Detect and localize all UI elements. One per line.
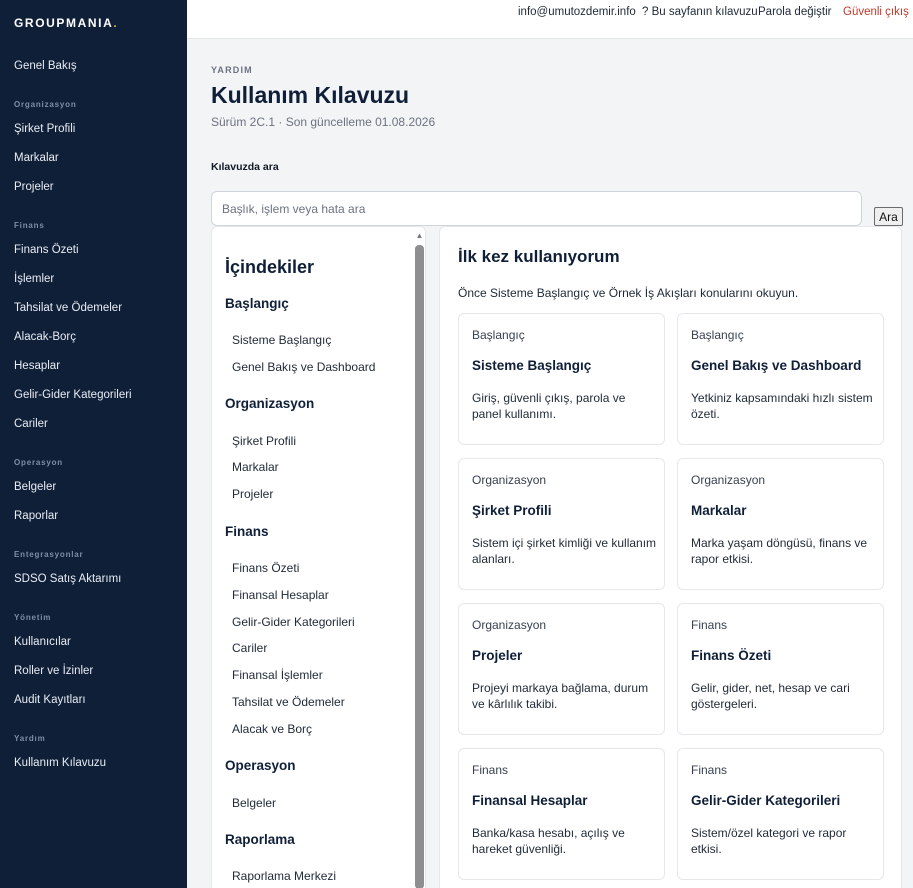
toc-scrollbar[interactable]: ▲ [415,231,424,888]
card-category: Finans [691,618,728,632]
toc-group-title: Finans [225,524,269,539]
topic-card[interactable]: Finans Finansal Hesaplar Banka/kasa hesa… [458,748,665,880]
scroll-up-arrow-icon[interactable]: ▲ [415,231,424,240]
page-eyebrow: YARDIM [211,65,253,75]
sidebar-item-audit-kayitlari[interactable]: Audit Kayıtları [14,694,86,706]
card-description: Marka yaşam döngüsü, finans ve rapor etk… [691,536,868,566]
toc-link[interactable]: Tahsilat ve Ödemeler [232,695,345,709]
toc-link[interactable]: Finansal İşlemler [232,668,323,682]
toc-link[interactable]: Cariler [232,641,267,655]
toc-link[interactable]: Finans Özeti [232,561,299,575]
toc-link[interactable]: Alacak ve Borç [232,722,312,736]
topbar: info@umutozdemir.info ? Bu sayfanın kıla… [187,0,913,39]
sidebar-section-yonetim: Yönetim [14,613,52,622]
card-description: Projeyi markaya bağlama, durum ve kârlıl… [472,681,649,711]
toc-link[interactable]: Raporlama Merkezi [232,869,336,883]
toc-panel: İçindekiler Başlangıç Sisteme Başlangıç … [211,226,426,888]
toc-link[interactable]: Şirket Profili [232,434,296,448]
card-description: Giriş, güvenli çıkış, parola ve panel ku… [472,391,626,421]
brand-logo[interactable]: GROUPMANIA. [14,16,118,30]
search-input[interactable] [211,191,862,226]
card-description: Sistem içi şirket kimliği ve kullanım al… [472,536,657,566]
toc-title: İçindekiler [225,257,315,277]
change-password-link[interactable]: Parola değiştir [758,6,832,18]
sidebar-item-belgeler[interactable]: Belgeler [14,481,56,493]
page-title: Kullanım Kılavuzu [211,82,410,108]
card-description: Sistem/özel kategori ve rapor etkisi. [691,826,847,856]
toc-group-title: Raporlama [225,832,295,847]
card-description: Gelir, gider, net, hesap ve cari gösterg… [691,681,850,711]
sidebar: GROUPMANIA. Genel Bakış Organizasyon Şir… [0,0,187,888]
topic-card[interactable]: Başlangıç Genel Bakış ve Dashboard Yetki… [677,313,884,445]
toc-group-title: Organizasyon [225,396,315,411]
sidebar-item-finans-ozeti[interactable]: Finans Özeti [14,244,79,256]
page-guide-link[interactable]: ? Bu sayfanın kılavuzu [642,6,758,18]
sidebar-item-markalar[interactable]: Markalar [14,152,59,164]
logout-link[interactable]: Güvenli çıkış [843,6,909,18]
toc-link[interactable]: Markalar [232,460,279,474]
sidebar-item-sdso-satis-aktarimi[interactable]: SDSO Satış Aktarımı [14,573,121,585]
card-description: Yetkiniz kapsamındaki hızlı sistem özeti… [691,391,873,421]
sidebar-item-islemler[interactable]: İşlemler [14,273,54,285]
sidebar-item-hesaplar[interactable]: Hesaplar [14,360,60,372]
sidebar-item-sirket-profili[interactable]: Şirket Profili [14,123,75,135]
card-title: Markalar [691,503,747,518]
section-title: İlk kez kullanıyorum [458,247,620,266]
search-button[interactable]: Ara [874,207,903,226]
sidebar-item-raporlar[interactable]: Raporlar [14,510,58,522]
card-title: Finans Özeti [691,648,772,663]
toc-link[interactable]: Projeler [232,487,273,501]
topic-card[interactable]: Organizasyon Projeler Projeyi markaya ba… [458,603,665,735]
toc-group-title: Operasyon [225,758,296,773]
sidebar-item-gelir-gider-kategorileri[interactable]: Gelir-Gider Kategorileri [14,389,132,401]
topic-card[interactable]: Organizasyon Markalar Marka yaşam döngüs… [677,458,884,590]
sidebar-section-entegrasyonlar: Entegrasyonlar [14,550,84,559]
sidebar-section-operasyon: Operasyon [14,458,63,467]
scroll-thumb[interactable] [415,245,424,888]
page-subtitle: Sürüm 2C.1 · Son güncelleme 01.08.2026 [211,115,436,129]
card-title: Genel Bakış ve Dashboard [691,358,862,373]
sidebar-section-organizasyon: Organizasyon [14,100,77,109]
topic-card[interactable]: Organizasyon Şirket Profili Sistem içi ş… [458,458,665,590]
topic-card[interactable]: Başlangıç Sisteme Başlangıç Giriş, güven… [458,313,665,445]
toc-link[interactable]: Belgeler [232,796,276,810]
card-title: Sisteme Başlangıç [472,358,592,373]
card-title: Finansal Hesaplar [472,793,588,808]
card-title: Şirket Profili [472,503,552,518]
toc-link[interactable]: Genel Bakış ve Dashboard [232,360,375,374]
card-category: Organizasyon [472,473,547,487]
toc-link[interactable]: Finansal Hesaplar [232,588,329,602]
toc-link[interactable]: Gelir-Gider Kategorileri [232,615,355,629]
card-title: Projeler [472,648,523,663]
sidebar-item-roller-izinler[interactable]: Roller ve İzinler [14,665,93,677]
sidebar-item-kullanicilar[interactable]: Kullanıcılar [14,636,71,648]
user-email: info@umutozdemir.info [518,6,636,18]
card-category: Organizasyon [691,473,766,487]
topic-card[interactable]: Finans Finans Özeti Gelir, gider, net, h… [677,603,884,735]
card-description: Banka/kasa hesabı, açılış ve hareket güv… [472,826,625,856]
card-category: Finans [691,763,728,777]
search-label: Kılavuzda ara [211,161,279,173]
content-panel: İlk kez kullanıyorum Önce Sisteme Başlan… [439,226,902,888]
card-category: Başlangıç [691,328,744,342]
card-category: Organizasyon [472,618,547,632]
sidebar-section-finans: Finans [14,221,45,230]
sidebar-section-yardim: Yardım [14,734,46,743]
brand-name: GROUPMANIA [14,16,114,30]
sidebar-item-projeler[interactable]: Projeler [14,181,54,193]
topic-card[interactable]: Finans Gelir-Gider Kategorileri Sistem/ö… [677,748,884,880]
card-title: Gelir-Gider Kategorileri [691,793,841,808]
sidebar-item-cariler[interactable]: Cariler [14,418,48,430]
sidebar-item-alacak-borc[interactable]: Alacak-Borç [14,331,76,343]
toc-group-title: Başlangıç [225,296,289,311]
sidebar-item-tahsilat-odemeler[interactable]: Tahsilat ve Ödemeler [14,302,122,314]
sidebar-item-genel-bakis[interactable]: Genel Bakış [14,60,77,72]
section-intro: Önce Sisteme Başlangıç ve Örnek İş Akışl… [458,286,799,300]
brand-dot: . [113,16,119,30]
sidebar-item-kullanim-kilavuzu[interactable]: Kullanım Kılavuzu [14,757,106,769]
card-category: Başlangıç [472,328,525,342]
toc-link[interactable]: Sisteme Başlangıç [232,333,331,347]
card-category: Finans [472,763,509,777]
